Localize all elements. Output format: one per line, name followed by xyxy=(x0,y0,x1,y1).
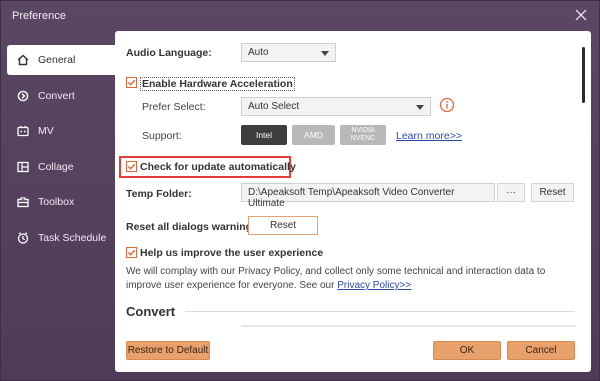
ok-label: OK xyxy=(459,345,475,356)
restore-default-label: Restore to Default xyxy=(127,345,209,356)
title-bar: Preference xyxy=(1,1,599,31)
clock-icon xyxy=(17,231,29,244)
privacy-text-block: We will complay with our Privacy Policy,… xyxy=(126,265,556,293)
learn-more-link[interactable]: Learn more>> xyxy=(396,130,462,142)
mv-icon xyxy=(17,125,29,137)
sidebar-item-label: MV xyxy=(38,125,54,137)
temp-folder-label: Temp Folder: xyxy=(126,188,192,200)
prefer-select-value: Auto Select xyxy=(248,101,300,112)
check-update-checkbox[interactable] xyxy=(126,161,137,172)
temp-folder-value: D:\Apeaksoft Temp\Apeaksoft Video Conver… xyxy=(248,187,455,209)
audio-language-select[interactable]: Auto xyxy=(241,43,336,62)
sidebar-item-convert[interactable]: Convert xyxy=(7,81,115,111)
collage-icon xyxy=(17,161,29,173)
nvidia-chip[interactable]: NVIDIA NVENC xyxy=(340,125,386,145)
intel-chip[interactable]: Intel xyxy=(241,125,287,145)
sidebar-item-label: Task Schedule xyxy=(38,231,107,244)
sidebar-item-label: Convert xyxy=(38,89,75,102)
prefer-select-label: Prefer Select: xyxy=(142,101,206,113)
prefer-select-dropdown[interactable]: Auto Select xyxy=(241,97,431,116)
convert-icon xyxy=(17,90,29,102)
temp-folder-field[interactable]: D:\Apeaksoft Temp\Apeaksoft Video Conver… xyxy=(241,183,495,209)
ok-button[interactable]: OK xyxy=(433,341,501,360)
preference-window: Preference General Convert MV Collage To… xyxy=(0,0,600,381)
chevron-down-icon xyxy=(416,105,424,110)
improve-label: Help us improve the user experience xyxy=(140,247,324,259)
home-icon xyxy=(17,54,29,66)
temp-reset-label: Reset xyxy=(539,187,566,198)
restore-default-button[interactable]: Restore to Default xyxy=(126,341,210,360)
reset-dialogs-label: Reset all dialogs warnings: xyxy=(126,221,262,233)
chevron-down-icon xyxy=(321,51,329,56)
sidebar-item-toolbox[interactable]: Toolbox xyxy=(7,187,115,217)
temp-reset-button[interactable]: Reset xyxy=(531,183,574,202)
convert-section-title: Convert xyxy=(126,304,176,319)
sidebar-item-mv[interactable]: MV xyxy=(7,116,115,146)
section-divider xyxy=(185,311,575,312)
sidebar: General Convert MV Collage Toolbox Task … xyxy=(7,45,115,258)
reset-dialogs-button[interactable]: Reset xyxy=(248,216,318,235)
sidebar-item-label: Collage xyxy=(38,160,74,173)
support-label: Support: xyxy=(142,130,182,142)
info-icon[interactable] xyxy=(439,97,455,113)
window-title: Preference xyxy=(12,10,66,22)
cancel-button[interactable]: Cancel xyxy=(507,341,575,360)
amd-chip-label: AMD xyxy=(304,130,323,140)
sidebar-item-label: General xyxy=(38,54,76,66)
sidebar-item-collage[interactable]: Collage xyxy=(7,152,115,182)
sidebar-item-general[interactable]: General xyxy=(7,45,115,75)
check-update-label: Check for update automatically xyxy=(140,161,296,173)
more-icon: ··· xyxy=(506,187,516,198)
hw-accel-label: Enable Hardware Acceleration xyxy=(140,77,295,91)
audio-language-label: Audio Language: xyxy=(126,47,212,59)
intel-chip-label: Intel xyxy=(255,130,273,140)
scrollbar[interactable] xyxy=(582,47,585,103)
privacy-policy-link[interactable]: Privacy Policy>> xyxy=(337,280,411,291)
sidebar-item-task-schedule[interactable]: Task Schedule xyxy=(7,223,115,253)
toolbox-icon xyxy=(17,196,29,208)
hw-accel-checkbox[interactable] xyxy=(126,77,137,88)
cancel-label: Cancel xyxy=(525,345,557,356)
close-icon[interactable] xyxy=(574,8,588,22)
improve-checkbox[interactable] xyxy=(126,247,137,258)
reset-dialogs-button-label: Reset xyxy=(269,220,297,231)
sidebar-item-label: Toolbox xyxy=(38,196,75,208)
nvidia-chip-label: NVIDIA NVENC xyxy=(350,127,376,142)
privacy-text: We will complay with our Privacy Policy,… xyxy=(126,266,546,291)
partial-row-hint xyxy=(241,325,576,327)
audio-language-value: Auto xyxy=(248,47,269,58)
amd-chip[interactable]: AMD xyxy=(292,125,335,145)
general-settings-panel: Audio Language: Auto Enable Hardware Acc… xyxy=(115,31,591,372)
browse-button[interactable]: ··· xyxy=(497,183,525,202)
